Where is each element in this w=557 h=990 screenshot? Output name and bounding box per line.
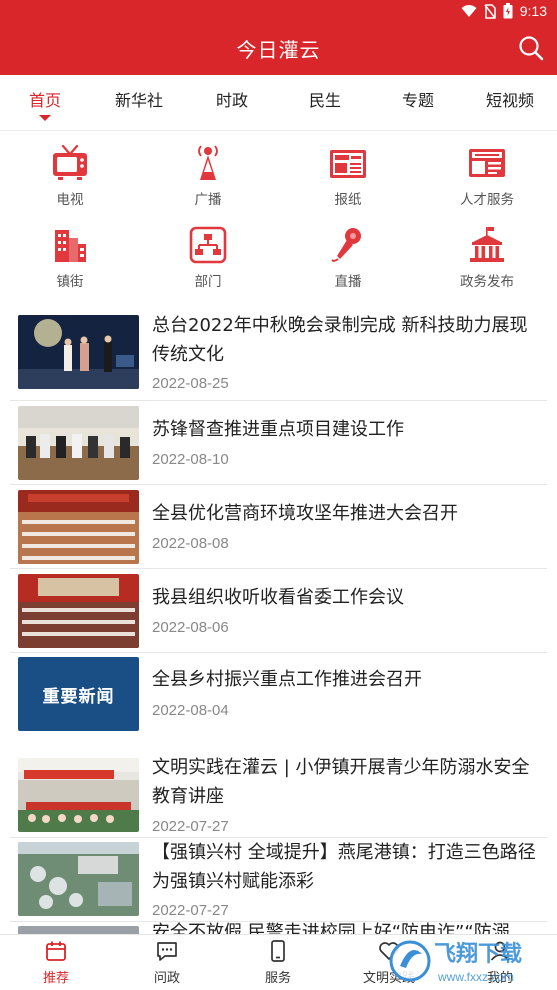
news-date: 2022-08-10	[152, 451, 229, 468]
grid-item-live[interactable]: 直播	[298, 226, 398, 290]
news-thumbnail	[18, 315, 139, 389]
radio-tower-icon	[198, 145, 218, 180]
buildings-icon	[55, 230, 86, 262]
thumbnail-caption: 重要新闻	[42, 686, 115, 707]
chat-bubble-icon	[157, 942, 177, 961]
grid-item-gov-release[interactable]: 政务发布	[437, 226, 537, 290]
news-item[interactable]: 重要新闻 全县乡村振兴重点工作推进会召开 2022-08-04	[10, 653, 547, 737]
grid-label: 电视	[56, 192, 84, 208]
news-item[interactable]: 文明实践在灌云 | 小伊镇开展青少年防溺水安全教育讲座 2022-07-27	[10, 748, 547, 838]
news-title: 全县乡村振兴重点工作推进会召开	[152, 669, 422, 690]
tab-label: 专题	[401, 91, 435, 110]
org-chart-icon	[189, 226, 227, 264]
app-bar: 9:13 今日灌云	[0, 0, 557, 75]
nav-services[interactable]: 服务	[238, 939, 318, 986]
news-title: 总台2022年中秋晚会录制完成 新科技助力展现传统文化	[152, 315, 528, 365]
nav-inquiry[interactable]: 问政	[127, 939, 207, 986]
news-title: 全县优化营商环境攻坚年推进大会召开	[152, 503, 458, 524]
calendar-icon	[46, 941, 66, 961]
grid-label: 镇街	[56, 274, 84, 290]
news-title: 苏锋督查推进重点项目建设工作	[152, 419, 404, 440]
category-tabs: 首页 新华社 时政 民生 专题 短视频	[0, 75, 557, 131]
tab-label: 新华社	[114, 91, 164, 110]
grid-item-departments[interactable]: 部门	[158, 226, 258, 290]
news-item[interactable]: 【强镇兴村 全域提升】燕尾港镇：打造三色路径 为强镇兴村赋能添彩 2022-07…	[10, 838, 547, 922]
status-time: 9:13	[519, 3, 547, 19]
grid-item-radio[interactable]: 广播	[158, 144, 258, 208]
search-icon[interactable]	[517, 34, 545, 62]
tv-icon	[53, 144, 87, 180]
news-date: 2022-08-25	[152, 375, 229, 392]
active-tab-indicator	[38, 115, 51, 121]
grid-label: 广播	[194, 192, 222, 208]
news-title: 【强镇兴村 全域提升】燕尾港镇：打造三色路径 为强镇兴村赋能添彩	[152, 842, 536, 892]
nav-label: 服务	[264, 971, 291, 986]
news-item[interactable]: 全县优化营商环境攻坚年推进大会召开 2022-08-08	[10, 485, 547, 569]
news-title: 我县组织收听收看省委工作会议	[152, 587, 404, 608]
grid-label: 直播	[334, 274, 362, 290]
status-bar: 9:13	[0, 0, 557, 24]
grid-label: 部门	[194, 274, 222, 290]
tab-home[interactable]: 首页	[28, 87, 62, 121]
tab-label: 民生	[308, 91, 342, 110]
tab-label: 时政	[215, 91, 249, 110]
news-date: 2022-07-27	[152, 818, 229, 835]
news-thumbnail: 重要新闻	[18, 657, 139, 731]
tab-livelihood[interactable]: 民生	[309, 87, 341, 111]
nav-label: 问政	[153, 971, 180, 986]
news-thumbnail	[18, 842, 139, 916]
newspaper-icon	[330, 150, 366, 178]
news-item[interactable]: 苏锋督查推进重点项目建设工作 2022-08-10	[10, 401, 547, 485]
wifi-icon	[461, 5, 477, 17]
watermark-url: www.fxxz.com	[437, 970, 514, 984]
grid-label: 人才服务	[460, 192, 514, 208]
tab-xinhua[interactable]: 新华社	[115, 87, 163, 111]
news-thumbnail	[18, 758, 139, 832]
grid-label: 报纸	[334, 192, 362, 208]
grid-item-tv[interactable]: 电视	[20, 144, 120, 208]
nav-recommend[interactable]: 推荐	[16, 939, 96, 986]
tab-short-video[interactable]: 短视频	[486, 87, 534, 111]
news-thumbnail	[18, 406, 139, 480]
phone-icon	[271, 940, 285, 962]
news-date: 2022-07-27	[152, 902, 229, 919]
nav-label: 推荐	[42, 971, 69, 986]
no-sim-icon	[484, 3, 496, 19]
service-grid: 电视 广播 报纸 人才服务 镇街 部门 直播 政务发布	[0, 140, 557, 295]
government-building-icon	[470, 227, 504, 262]
news-thumbnail	[18, 490, 139, 564]
news-item[interactable]: 我县组织收听收看省委工作会议 2022-08-06	[10, 569, 547, 653]
news-date: 2022-08-08	[152, 535, 229, 552]
battery-icon	[503, 3, 513, 19]
page-title: 今日灌云	[236, 38, 321, 62]
tab-label: 首页	[28, 91, 62, 110]
news-date: 2022-08-04	[152, 702, 229, 719]
news-item[interactable]: 总台2022年中秋晚会录制完成 新科技助力展现传统文化 2022-08-25	[10, 305, 547, 401]
tab-topics[interactable]: 专题	[402, 87, 434, 111]
grid-label: 政务发布	[460, 274, 514, 290]
press-card-icon	[469, 149, 505, 177]
watermark-text: 飞翔下载	[434, 941, 522, 967]
grid-item-newspaper[interactable]: 报纸	[298, 144, 398, 208]
grid-item-towns[interactable]: 镇街	[20, 226, 120, 290]
watermark-logo: 飞翔下载 www.fxxz.com	[389, 940, 522, 984]
tab-politics[interactable]: 时政	[216, 87, 248, 111]
news-thumbnail	[18, 574, 139, 648]
news-date: 2022-08-06	[152, 619, 229, 636]
microphone-icon	[331, 228, 361, 262]
news-title: 文明实践在灌云 | 小伊镇开展青少年防溺水安全教育讲座	[152, 757, 530, 807]
grid-item-talent-service[interactable]: 人才服务	[437, 144, 537, 208]
tab-label: 短视频	[485, 91, 535, 110]
